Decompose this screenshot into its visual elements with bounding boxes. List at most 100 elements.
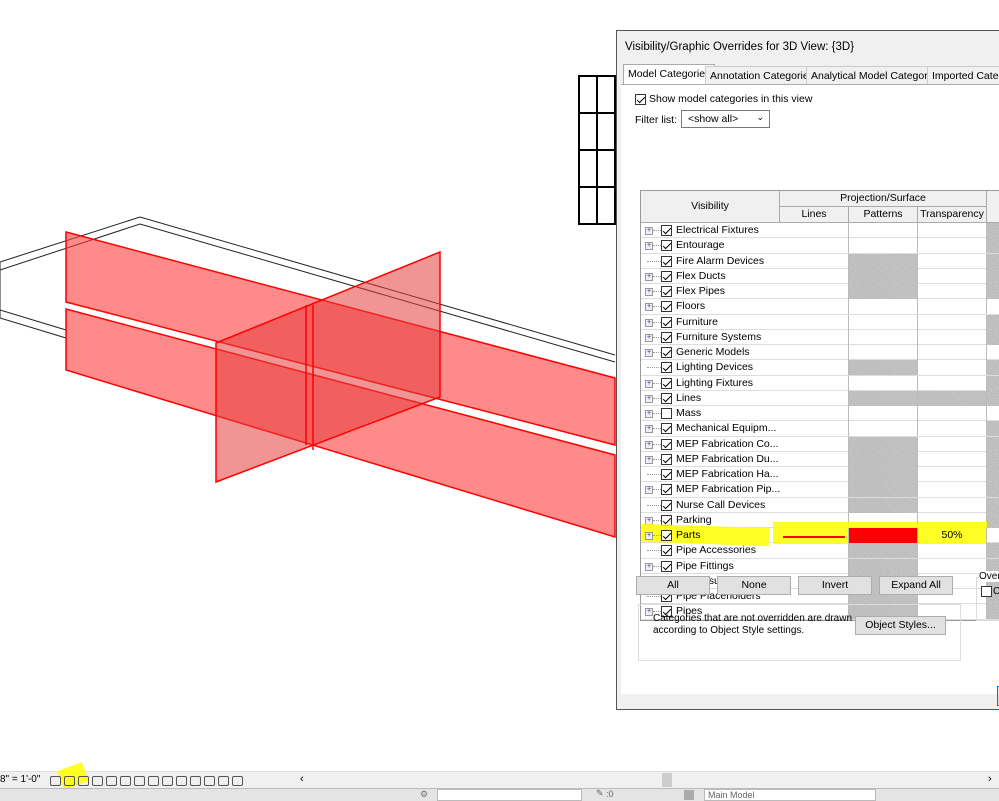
- expand-icon[interactable]: +: [645, 394, 653, 403]
- filter-list-dropdown[interactable]: <show all> ⌄: [681, 110, 770, 128]
- scroll-right-icon[interactable]: ›: [988, 773, 992, 785]
- invert-button[interactable]: Invert: [798, 576, 872, 595]
- patterns-cell[interactable]: [849, 329, 918, 345]
- highlight-displacement-icon[interactable]: [204, 776, 215, 787]
- override-checkbox[interactable]: [981, 586, 992, 597]
- col-transparency[interactable]: Transparency: [918, 207, 987, 223]
- expand-icon[interactable]: +: [645, 440, 653, 449]
- visibility-checkbox[interactable]: [661, 469, 672, 480]
- visibility-checkbox[interactable]: [661, 530, 672, 541]
- next-cell[interactable]: [987, 543, 999, 559]
- patterns-cell[interactable]: [849, 497, 918, 513]
- lines-cell[interactable]: [780, 345, 849, 360]
- col-patterns[interactable]: Patterns: [849, 207, 918, 223]
- next-cell[interactable]: [987, 436, 999, 452]
- lines-cell[interactable]: [780, 268, 849, 284]
- table-row[interactable]: + Pipe Fittings: [641, 558, 999, 574]
- lines-cell[interactable]: [780, 253, 849, 269]
- lines-cell[interactable]: [780, 299, 849, 315]
- editable-only-icon[interactable]: ✎: [596, 788, 604, 799]
- show-categories-checkbox[interactable]: Show model categories in this view: [635, 93, 812, 105]
- lines-cell[interactable]: [780, 558, 849, 574]
- expand-icon[interactable]: +: [645, 379, 653, 388]
- analytical-model-icon[interactable]: [190, 776, 201, 787]
- lines-cell[interactable]: [780, 360, 849, 376]
- patterns-cell[interactable]: [849, 223, 918, 238]
- patterns-cell[interactable]: [849, 451, 918, 467]
- render-icon[interactable]: [106, 776, 117, 787]
- next-cell[interactable]: [987, 268, 999, 284]
- next-cell[interactable]: [987, 390, 999, 406]
- crop-view-icon[interactable]: [120, 776, 131, 787]
- expand-icon[interactable]: +: [645, 532, 653, 540]
- next-cell[interactable]: [987, 238, 999, 254]
- table-row[interactable]: + Lines: [641, 390, 999, 406]
- next-cell[interactable]: [987, 467, 999, 482]
- patterns-cell[interactable]: [849, 238, 918, 254]
- scroll-left-icon[interactable]: ‹: [300, 773, 304, 785]
- patterns-cell[interactable]: [849, 345, 918, 360]
- tab-analytical-model-categories[interactable]: Analytical Model Categories: [806, 66, 947, 84]
- transparency-cell[interactable]: [918, 299, 987, 315]
- workset-dropdown[interactable]: [437, 789, 582, 801]
- lines-cell[interactable]: [780, 467, 849, 482]
- lines-cell[interactable]: [780, 406, 849, 421]
- visibility-checkbox[interactable]: [661, 316, 672, 328]
- patterns-cell[interactable]: [849, 360, 918, 376]
- lines-cell[interactable]: [780, 390, 849, 406]
- patterns-cell[interactable]: [849, 558, 918, 574]
- next-cell[interactable]: [987, 421, 999, 437]
- patterns-cell[interactable]: [849, 406, 918, 421]
- scrollbar-thumb[interactable]: [662, 773, 672, 787]
- table-row[interactable]: + Floors: [641, 299, 999, 315]
- lines-cell[interactable]: [780, 421, 849, 437]
- visibility-checkbox[interactable]: [661, 499, 672, 511]
- col-visibility[interactable]: Visibility: [641, 191, 780, 223]
- visibility-checkbox[interactable]: [661, 240, 672, 252]
- table-row[interactable]: Fire Alarm Devices: [641, 253, 999, 269]
- lines-cell[interactable]: [780, 375, 849, 391]
- expand-icon[interactable]: +: [645, 272, 653, 281]
- next-cell[interactable]: [987, 482, 999, 498]
- table-row[interactable]: + Furniture: [641, 314, 999, 330]
- all-button[interactable]: All: [636, 576, 710, 595]
- expand-icon[interactable]: +: [645, 318, 653, 327]
- expand-icon[interactable]: +: [645, 242, 653, 251]
- table-row[interactable]: + Flex Ducts: [641, 268, 999, 284]
- transparency-cell[interactable]: 50%: [918, 528, 987, 543]
- transparency-cell[interactable]: [918, 284, 987, 299]
- expand-icon[interactable]: +: [645, 227, 653, 235]
- unlock-view-icon[interactable]: [148, 776, 159, 787]
- checkbox-icon[interactable]: [635, 93, 646, 105]
- visibility-checkbox[interactable]: [661, 255, 672, 267]
- patterns-cell[interactable]: [849, 268, 918, 284]
- lines-cell[interactable]: [780, 497, 849, 513]
- visibility-checkbox[interactable]: [661, 377, 672, 389]
- visibility-checkbox[interactable]: [661, 545, 672, 557]
- worksharing-icon[interactable]: [232, 776, 243, 787]
- object-styles-button[interactable]: Object Styles...: [855, 616, 946, 635]
- lines-cell[interactable]: [780, 528, 849, 543]
- next-cell[interactable]: [987, 528, 999, 543]
- next-cell[interactable]: [987, 360, 999, 376]
- table-row[interactable]: + MEP Fabrication Du...: [641, 451, 999, 467]
- lines-cell[interactable]: [780, 451, 849, 467]
- patterns-cell[interactable]: [849, 528, 918, 543]
- design-option-dropdown[interactable]: Main Model: [704, 789, 876, 801]
- table-row[interactable]: + Entourage: [641, 238, 999, 254]
- patterns-cell[interactable]: [849, 390, 918, 406]
- expand-icon[interactable]: +: [645, 410, 653, 418]
- next-cell[interactable]: [987, 223, 999, 238]
- patterns-cell[interactable]: [849, 467, 918, 482]
- transparency-cell[interactable]: [918, 253, 987, 269]
- none-button[interactable]: None: [717, 576, 791, 595]
- table-row[interactable]: Pipe Accessories: [641, 543, 999, 559]
- next-cell[interactable]: [987, 497, 999, 513]
- transparency-cell[interactable]: [918, 451, 987, 467]
- lines-cell[interactable]: [780, 329, 849, 345]
- sun-path-icon[interactable]: [78, 776, 89, 787]
- transparency-cell[interactable]: [918, 329, 987, 345]
- constraints-icon[interactable]: [218, 776, 229, 787]
- table-row[interactable]: + Furniture Systems: [641, 329, 999, 345]
- visibility-checkbox[interactable]: [661, 392, 672, 404]
